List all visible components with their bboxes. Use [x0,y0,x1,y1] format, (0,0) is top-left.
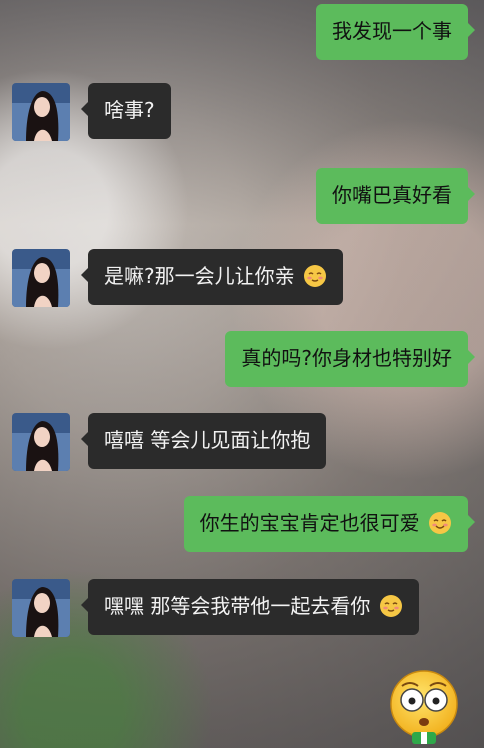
message-row: 真的吗?你身材也特别好 [225,331,475,387]
message-row: 是嘛?那一会儿让你亲 [12,249,343,307]
message-text: 你嘴巴真好看 [332,183,452,207]
message-row: 嘿嘿 那等会我带他一起去看你 [12,579,419,637]
message-row: 我发现一个事 [316,4,475,60]
message-row: 啥事? [12,83,171,141]
message-bubble-received[interactable]: 嘿嘿 那等会我带他一起去看你 [81,579,419,635]
message-text: 你生的宝宝肯定也很可爱 [199,511,420,535]
shocked-face-emoji-icon[interactable] [388,668,460,744]
avatar[interactable] [12,579,70,637]
smile-emoji-icon [429,512,451,534]
avatar[interactable] [12,83,70,141]
message-row: 嘻嘻 等会儿见面让你抱 [12,413,327,471]
avatar[interactable] [12,249,70,307]
message-text: 是嘛?那一会儿让你亲 [104,264,295,288]
message-bubble-received[interactable]: 啥事? [81,83,171,139]
message-bubble-sent[interactable]: 我发现一个事 [316,4,475,60]
message-text: 我发现一个事 [332,19,452,43]
message-text: 啥事? [104,98,155,122]
blush-emoji-icon [379,595,402,617]
message-text: 真的吗?你身材也特别好 [241,346,452,370]
message-bubble-sent[interactable]: 真的吗?你身材也特别好 [225,331,475,387]
message-bubble-received[interactable]: 是嘛?那一会儿让你亲 [81,249,343,305]
message-row: 你生的宝宝肯定也很可爱 [183,496,476,552]
message-row: 你嘴巴真好看 [316,168,475,224]
avatar[interactable] [12,413,70,471]
message-bubble-received[interactable]: 嘻嘻 等会儿见面让你抱 [80,413,327,469]
message-bubble-sent[interactable]: 你嘴巴真好看 [316,168,475,224]
message-text: 嘿嘿 那等会我带他一起去看你 [104,594,371,618]
message-bubble-sent[interactable]: 你生的宝宝肯定也很可爱 [183,496,476,552]
blush-emoji-icon [303,265,326,287]
message-text: 嘻嘻 等会儿见面让你抱 [104,428,311,452]
